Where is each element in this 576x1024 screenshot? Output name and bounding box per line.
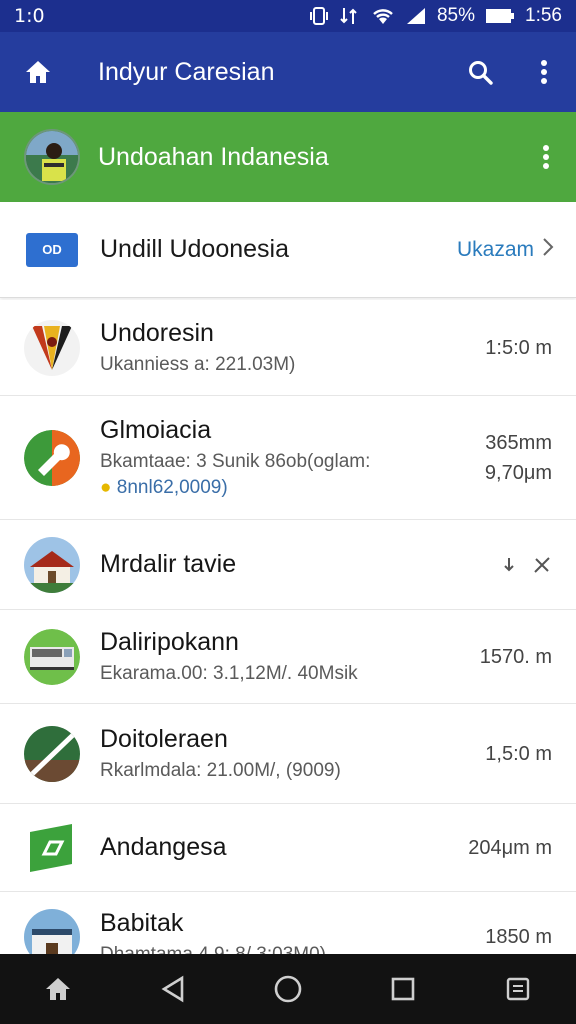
profile-name: Undoahan Indanesia [98, 142, 329, 171]
status-time-right: 1:56 [525, 5, 562, 26]
app-bar: Indyur Caresian [0, 32, 576, 112]
wifi-icon [371, 6, 395, 26]
home-circle-icon [274, 975, 302, 1003]
system-nav-bar [0, 954, 576, 1024]
list-item-distance: 204μm m [468, 836, 552, 859]
signal-icon [405, 6, 427, 26]
menu-icon [507, 977, 530, 1001]
status-time-left: 1:0 [14, 5, 45, 27]
tools-icon[interactable] [532, 555, 552, 575]
coin-icon: ● [100, 477, 112, 498]
list-item-distance: 1:5:0 m [485, 336, 552, 359]
wrench-tool-icon [24, 429, 80, 486]
list-item-subtitle: Bkamtaae: 3 Sunik 86ob(oglam: [100, 451, 371, 472]
search-button[interactable] [448, 32, 512, 112]
list-item-subtitle: Ekarama.00: 3.1,12M/. 40Msik [100, 663, 358, 684]
list-item[interactable]: Undoresin Ukanniess a: 221.03M) 1:5:0 m [0, 300, 576, 396]
list-item-distance: 1850 m [485, 926, 552, 948]
featured-label: Undill Udoonesia [100, 235, 290, 263]
list-item[interactable]: Doitoleraen Rkarlmdala: 21.00M/, (9009) … [0, 704, 576, 804]
list-item-subtitle: Rkarlmdala: 21.00M/, (9009) [100, 760, 341, 781]
list-item-title: Mrdalir tavie [100, 550, 237, 578]
nav-home-button[interactable] [23, 954, 93, 1024]
list-item-actions [502, 555, 552, 575]
list-item-subtitle: Ukanniess a: 221.03M) [100, 354, 296, 375]
place-list: Undoresin Ukanniess a: 221.03M) 1:5:0 m … [0, 300, 576, 982]
nav-recents-button[interactable] [368, 954, 438, 1024]
flag-emblem-icon [24, 319, 80, 376]
building-photo-icon [24, 536, 80, 593]
home-icon [45, 978, 70, 1000]
data-transfer-icon [339, 6, 361, 26]
list-item-title: Andangesa [100, 833, 227, 861]
more-vert-icon [543, 145, 549, 169]
train-icon [24, 628, 80, 685]
list-item[interactable]: Glmoiacia Bkamtaae: 3 Sunik 86ob(oglam: … [0, 396, 576, 520]
chevron-right-icon [542, 237, 554, 263]
list-item-distance: 365mm 9,70μm [484, 431, 552, 484]
list-item-distance: 1570. m [479, 645, 552, 668]
profile-more-button[interactable] [516, 112, 576, 202]
profile-avatar [24, 129, 80, 185]
list-item-title: Doitoleraen [100, 725, 228, 753]
app-title: Indyur Caresian [98, 57, 275, 86]
list-item-title: Babitak [100, 908, 184, 937]
list-item-title: Glmoiacia [100, 416, 212, 444]
profile-header[interactable]: Undoahan Indanesia [0, 112, 576, 202]
featured-row[interactable]: OD Undill Udoonesia Ukazam [0, 202, 576, 298]
road-landscape-icon [24, 725, 80, 782]
nav-menu-button[interactable] [483, 954, 553, 1024]
overflow-menu-button[interactable] [512, 32, 576, 112]
more-vert-icon [541, 60, 547, 84]
list-item-title: Undoresin [100, 319, 214, 347]
back-triangle-icon [161, 975, 184, 1003]
nav-home-circle-button[interactable] [253, 954, 323, 1024]
list-item-title: Daliripokann [100, 628, 239, 656]
download-icon[interactable] [502, 556, 516, 574]
nav-back-button[interactable] [138, 954, 208, 1024]
recents-square-icon [391, 977, 415, 1001]
list-item-extra: ● 8nnl62,0009) [100, 477, 228, 498]
status-bar: 1:0 85% 1:56 [0, 0, 576, 32]
featured-badge: OD [26, 232, 78, 267]
list-item[interactable]: Mrdalir tavie [0, 520, 576, 610]
list-item-distance: 1,5:0 m [485, 742, 552, 765]
battery-icon [485, 7, 515, 25]
home-button[interactable] [0, 32, 76, 112]
flag-banner-icon [24, 820, 80, 876]
list-item[interactable]: Daliripokann Ekarama.00: 3.1,12M/. 40Msi… [0, 610, 576, 704]
list-item[interactable]: Andangesa 204μm m [0, 804, 576, 892]
search-icon [469, 61, 493, 85]
battery-percent: 85% [436, 5, 476, 26]
vibrate-icon [309, 6, 329, 26]
status-icons: 85% 1:56 [309, 5, 562, 27]
featured-link[interactable]: Ukazam [457, 238, 534, 262]
home-icon [26, 61, 50, 83]
